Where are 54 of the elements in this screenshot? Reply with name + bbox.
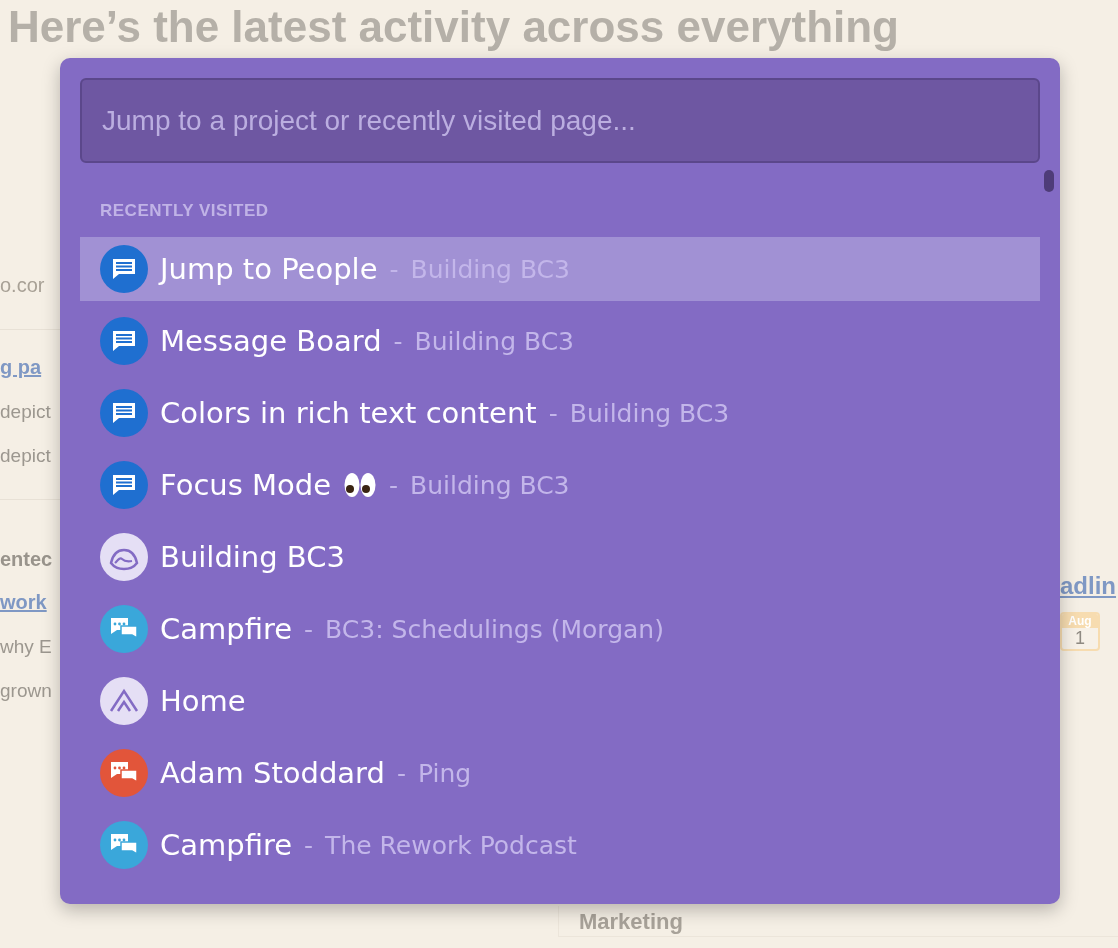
link[interactable]: work: [0, 591, 60, 614]
page-heading: Here’s the latest activity across everything: [8, 1, 900, 53]
chat-icon: [100, 749, 148, 797]
text-fragment: grown: [0, 680, 53, 702]
menu-item[interactable]: Colors in rich text content - Building BC3: [80, 381, 1040, 445]
menu-item[interactable]: Campfire - BC3: Schedulings (Morgan): [80, 597, 1040, 661]
menu-item[interactable]: Message Board - Building BC3: [80, 309, 1040, 373]
link[interactable]: g pa: [0, 356, 60, 379]
scrollbar-thumb[interactable]: [1044, 170, 1054, 192]
item-context: The Rework Podcast: [325, 830, 577, 860]
item-title: Focus Mode: [160, 468, 332, 502]
menu-item[interactable]: Home: [80, 669, 1040, 733]
message-icon: [100, 461, 148, 509]
menu-item[interactable]: Adam Stoddard - Ping: [80, 741, 1040, 805]
separator-dash: -: [389, 254, 399, 284]
home-icon: [100, 677, 148, 725]
separator-dash: -: [393, 326, 403, 356]
item-context: Building BC3: [569, 398, 730, 428]
separator-dash: -: [396, 758, 406, 788]
menu-item[interactable]: Focus Mode - Building BC3: [80, 453, 1040, 517]
item-context: Building BC3: [410, 470, 570, 500]
section-title: Marketing: [579, 910, 683, 934]
text-fragment: o.cor: [0, 274, 46, 297]
text-fragment: why E: [0, 636, 53, 658]
item-title: Campfire: [160, 612, 293, 646]
item-context: Building BC3: [414, 326, 575, 356]
separator-dash: -: [304, 830, 314, 860]
item-context: BC3: Schedulings (Morgan): [325, 614, 664, 644]
text-fragment: entec: [0, 548, 54, 571]
message-icon: [100, 317, 148, 365]
text-fragment: depict: [0, 445, 52, 467]
chat-icon: [100, 605, 148, 653]
separator-dash: -: [548, 398, 558, 428]
item-title: Campfire: [160, 828, 293, 862]
chat-icon: [100, 821, 148, 869]
search-field[interactable]: Jump to a project or recently visited page...: [80, 78, 1040, 163]
date-badge: Aug 1: [1060, 612, 1100, 651]
separator-dash: -: [389, 470, 399, 500]
separator-dash: -: [304, 614, 314, 644]
message-icon: [100, 389, 148, 437]
menu-item[interactable]: Building BC3: [80, 525, 1040, 589]
message-icon: [100, 245, 148, 293]
item-title: Home: [160, 684, 246, 718]
menu-item[interactable]: Campfire - The Rework Podcast: [80, 813, 1040, 877]
item-title: Jump to People: [160, 252, 378, 286]
item-context: Ping: [417, 758, 472, 788]
text-fragment: depict: [0, 401, 52, 423]
item-title: Adam Stoddard: [160, 756, 385, 790]
section-label: RECENTLY VISITED: [100, 201, 270, 221]
link[interactable]: adlin: [1060, 572, 1116, 600]
item-title: Message Board: [160, 324, 382, 358]
item-title: Colors in rich text content: [160, 396, 537, 430]
item-title: Building BC3: [160, 540, 345, 574]
project-icon: [100, 533, 148, 581]
